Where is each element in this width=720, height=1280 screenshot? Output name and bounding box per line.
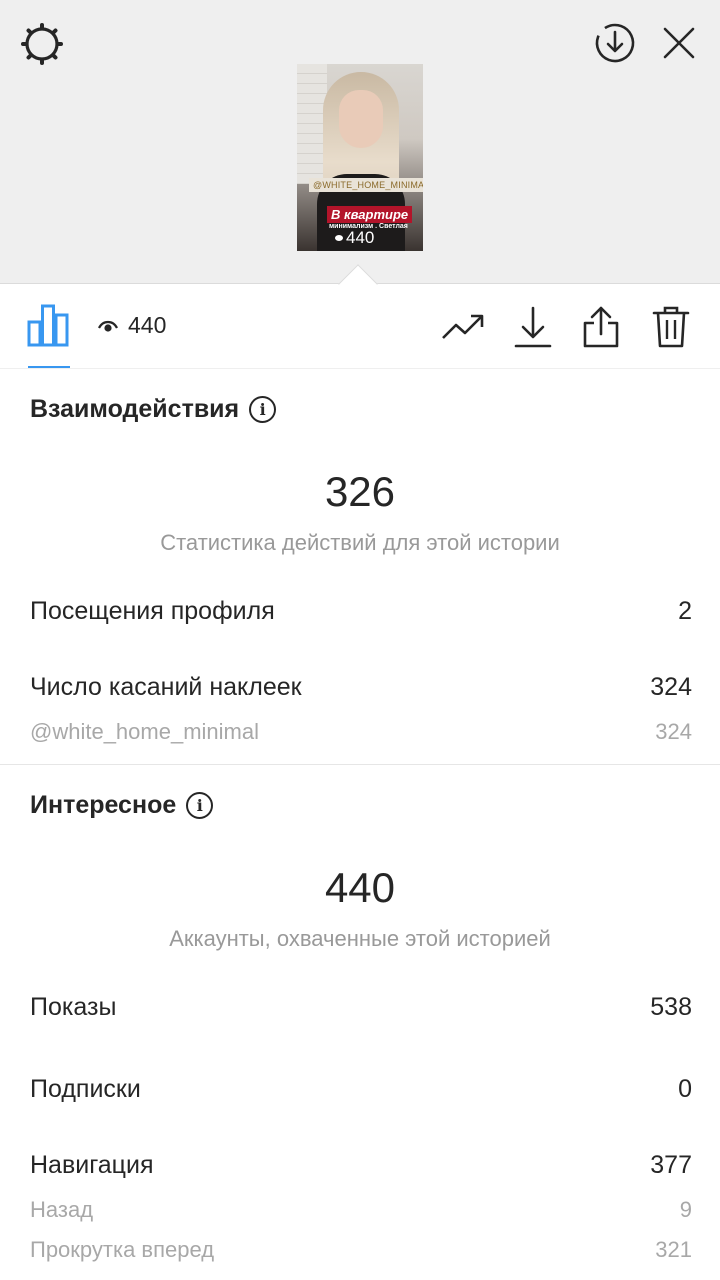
stat-subrow-mention: @white_home_minimal 324 — [30, 719, 692, 745]
discovery-total-label: Аккаунты, охваченные этой историей — [169, 926, 551, 951]
view-count: 440 — [128, 312, 167, 338]
save-story-button[interactable] — [590, 18, 640, 68]
stat-value: 2 — [678, 597, 692, 625]
stat-label: Число касаний наклеек — [30, 673, 302, 701]
gear-icon — [21, 23, 63, 65]
share-icon — [583, 306, 619, 348]
delete-button[interactable] — [648, 304, 694, 350]
close-button[interactable] — [656, 20, 702, 66]
section-title: Взаимодействия — [30, 395, 240, 423]
story-thumbnail[interactable]: @WHITE_HOME_MINIMAL В квартире минимализ… — [297, 64, 423, 251]
stat-value: 9 — [679, 1197, 692, 1222]
info-icon[interactable]: i — [249, 396, 277, 423]
download-circle-icon — [595, 23, 635, 63]
interactions-header: Взаимодействия i — [30, 395, 277, 424]
stat-value: 324 — [650, 673, 692, 701]
stat-label: Показы — [30, 993, 117, 1021]
sticker-title: В квартире — [327, 206, 413, 223]
stat-subrow-forward: Прокрутка вперед 321 — [30, 1237, 692, 1263]
stat-value: 377 — [650, 1151, 692, 1179]
discovery-header: Интересное i — [30, 791, 214, 820]
stat-value: 0 — [678, 1075, 692, 1103]
tab-insights[interactable] — [26, 302, 72, 350]
trash-icon — [652, 306, 690, 348]
stat-label: Подписки — [30, 1075, 141, 1103]
stat-value: 538 — [650, 993, 692, 1021]
discovery-total: 440 — [324, 864, 396, 911]
active-tab-indicator — [28, 366, 70, 368]
stat-label: Прокрутка вперед — [30, 1237, 215, 1262]
stat-row-impressions: Показы 538 — [30, 993, 692, 1022]
stat-label: @white_home_minimal — [30, 719, 259, 744]
stat-label: Посещения профиля — [30, 597, 275, 625]
section-title: Интересное — [30, 791, 177, 819]
interactions-total-label: Статистика действий для этой истории — [160, 530, 560, 555]
thumbnail-view-count: 440 — [346, 228, 375, 247]
settings-button[interactable] — [18, 20, 66, 68]
thumbnail-face — [339, 90, 383, 148]
close-icon — [663, 27, 695, 59]
download-icon — [514, 306, 552, 348]
viewers-button[interactable]: 440 — [98, 312, 166, 339]
stat-row-sticker-taps: Число касаний наклеек 324 — [30, 673, 692, 702]
mention-sticker: @WHITE_HOME_MINIMAL — [309, 178, 423, 192]
info-icon[interactable]: i — [186, 792, 214, 819]
trend-icon — [442, 314, 484, 339]
promote-button[interactable] — [440, 304, 486, 350]
stat-value: 321 — [655, 1237, 692, 1262]
chart-icon — [27, 304, 69, 347]
stat-value: 324 — [655, 719, 692, 744]
download-button[interactable] — [510, 304, 556, 350]
interactions-total: 326 — [324, 468, 396, 515]
share-button[interactable] — [578, 304, 624, 350]
stat-row-profile-visits: Посещения профиля 2 — [30, 597, 692, 626]
eye-icon — [335, 235, 343, 241]
stat-label: Навигация — [30, 1151, 154, 1179]
section-divider — [0, 764, 720, 765]
stat-row-navigation: Навигация 377 — [30, 1151, 692, 1180]
stat-label: Назад — [30, 1197, 94, 1222]
thumbnail-views: 440 — [335, 228, 374, 248]
stat-subrow-back: Назад 9 — [30, 1197, 692, 1223]
eye-icon — [98, 320, 118, 332]
stat-row-follows: Подписки 0 — [30, 1075, 692, 1104]
